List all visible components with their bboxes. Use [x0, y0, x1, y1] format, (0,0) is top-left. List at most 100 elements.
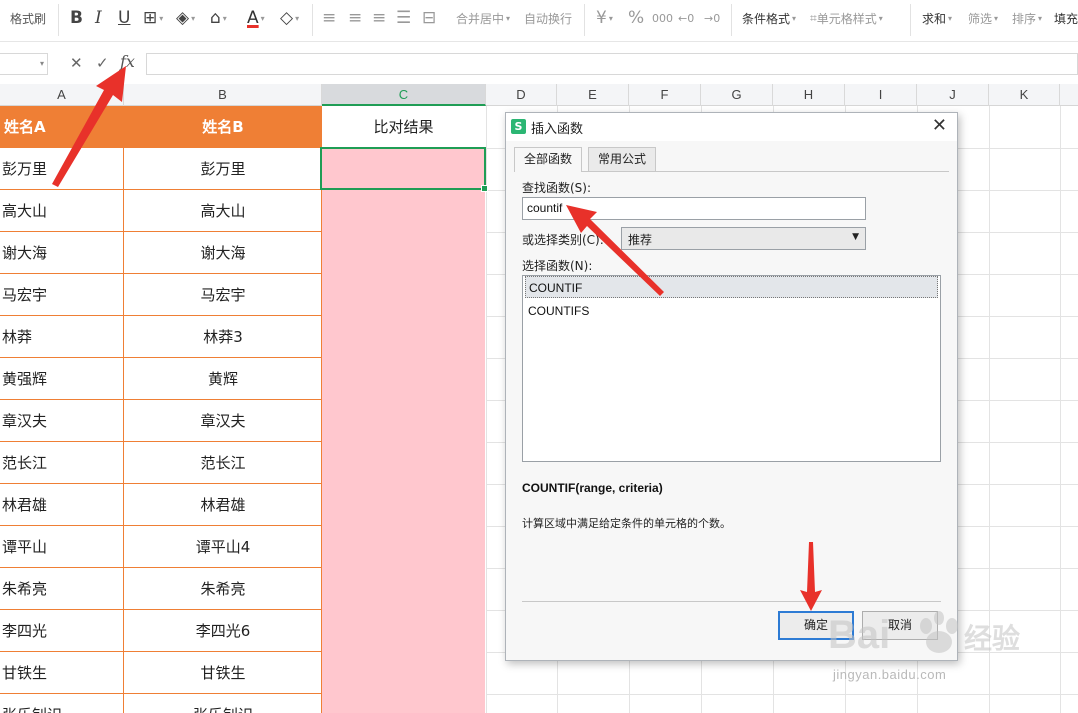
fill-button[interactable]: 填充 [1054, 3, 1078, 33]
function-item-countif[interactable]: COUNTIF [525, 276, 938, 298]
align-middle-button[interactable]: ≡ [348, 3, 362, 33]
decrease-decimal-button[interactable]: →0 [704, 3, 720, 33]
tab-common-formulas[interactable]: 常用公式 [588, 147, 657, 171]
highlight-button[interactable]: ⌂ ▾ [210, 3, 227, 33]
thousands-button[interactable]: 000 [652, 3, 673, 33]
cell-a[interactable]: 林莽 [0, 316, 124, 358]
cell-border [0, 651, 322, 652]
cell-b[interactable]: 甘铁生 [124, 652, 322, 694]
cell-b[interactable]: 范长江 [124, 442, 322, 484]
dialog-title: 插入函数 [531, 122, 584, 137]
search-function-input[interactable]: countif [522, 197, 866, 220]
function-item-countifs[interactable]: COUNTIFS [525, 300, 938, 322]
cell-b[interactable]: 谢大海 [124, 232, 322, 274]
clear-button[interactable]: ◇ ▾ [280, 3, 299, 33]
distribute-button[interactable]: ⊟ [422, 3, 436, 33]
column-header-b[interactable]: B [124, 84, 322, 106]
column-header-c[interactable]: C [322, 84, 486, 106]
header-cell-c[interactable]: 比对结果 [322, 106, 485, 148]
cell-a[interactable]: 谭平山 [0, 526, 124, 568]
borders-button[interactable]: ⊞ ▾ [143, 3, 163, 33]
bold-button[interactable]: B [70, 3, 83, 33]
cell-a[interactable]: 谢大海 [0, 232, 124, 274]
underline-icon: U [118, 8, 131, 28]
cell-b[interactable]: 李四光6 [124, 610, 322, 652]
cell-a[interactable]: 黄强辉 [0, 358, 124, 400]
conditional-format-button[interactable]: 条件格式 ▾ [742, 3, 796, 33]
cell-b[interactable]: 林莽3 [124, 316, 322, 358]
column-header-j[interactable]: J [917, 84, 989, 106]
column-header-h[interactable]: H [773, 84, 845, 106]
cell-b[interactable]: 高大山 [124, 190, 322, 232]
cell-b[interactable]: 马宏宇 [124, 274, 322, 316]
chevron-down-icon: ▾ [191, 13, 196, 23]
wrap-text-label: 自动换行 [524, 11, 573, 26]
header-cell-b[interactable]: 姓名B [124, 106, 322, 148]
sort-button[interactable]: 排序 ▾ [1012, 3, 1042, 33]
chevron-down-icon: ▾ [608, 13, 613, 23]
align-top-button[interactable]: ≡ [322, 3, 336, 33]
insert-function-icon[interactable]: fx [120, 52, 135, 71]
category-select[interactable]: 推荐 ▼ [621, 227, 866, 250]
chevron-down-icon: ▾ [506, 13, 511, 23]
cell-b[interactable]: 林君雄 [124, 484, 322, 526]
close-icon[interactable]: ✕ [932, 115, 947, 136]
chevron-down-icon: ▼ [852, 232, 859, 242]
insert-function-dialog: S 插入函数 ✕ 全部函数 常用公式 查找函数(S): countif 或选择类… [505, 112, 958, 661]
name-box[interactable]: ▾ [0, 53, 48, 75]
cell-b[interactable]: 黄辉 [124, 358, 322, 400]
column-header-i[interactable]: I [845, 84, 917, 106]
category-label: 或选择类别(C): [522, 233, 604, 247]
merge-center-button[interactable]: 合并居中 ▾ [456, 3, 510, 33]
compare-result-column-fill [322, 148, 485, 713]
cell-a[interactable]: 马宏宇 [0, 274, 124, 316]
cell-style-button[interactable]: ⌗ 单元格样式 ▾ [810, 3, 883, 33]
active-cell[interactable] [320, 147, 488, 192]
cell-b[interactable]: 张乐钊识 [124, 694, 322, 713]
format-painter-button[interactable]: 格式刷 [10, 3, 46, 33]
formula-input[interactable] [146, 53, 1078, 75]
cell-b[interactable]: 朱希亮 [124, 568, 322, 610]
chevron-down-icon: ▾ [222, 13, 227, 23]
dialog-titlebar[interactable]: S 插入函数 ✕ [506, 113, 957, 141]
cell-a[interactable]: 朱希亮 [0, 568, 124, 610]
confirm-formula-icon[interactable]: ✓ [96, 54, 109, 72]
justify-button[interactable]: ☰ [396, 3, 411, 33]
cell-border [0, 189, 322, 190]
header-cell-a[interactable]: 姓名A [0, 106, 124, 148]
distribute-icon: ⊟ [422, 8, 437, 28]
column-header-d[interactable]: D [486, 84, 557, 106]
filter-button[interactable]: 筛选 ▾ [968, 3, 998, 33]
cancel-formula-icon[interactable]: ✕ [70, 54, 83, 72]
cell-a[interactable]: 李四光 [0, 610, 124, 652]
font-color-button[interactable]: A ▾ [247, 3, 265, 33]
cell-a[interactable]: 林君雄 [0, 484, 124, 526]
cell-a[interactable]: 张乐钊识 [0, 694, 124, 713]
column-header-g[interactable]: G [701, 84, 773, 106]
column-header-e[interactable]: E [557, 84, 629, 106]
tab-all-functions[interactable]: 全部函数 [514, 147, 583, 172]
percent-button[interactable]: % [628, 3, 644, 33]
fill-color-button[interactable]: ◈ ▾ [176, 3, 195, 33]
currency-button[interactable]: ¥ ▾ [596, 3, 613, 33]
cell-border [123, 148, 124, 713]
underline-button[interactable]: U [118, 3, 130, 33]
cell-a[interactable]: 彭万里 [0, 148, 124, 190]
align-bottom-button[interactable]: ≡ [372, 3, 386, 33]
cell-a[interactable]: 甘铁生 [0, 652, 124, 694]
cell-b[interactable]: 章汉夫 [124, 400, 322, 442]
function-list[interactable]: COUNTIF COUNTIFS [522, 275, 941, 462]
column-header-k[interactable]: K [989, 84, 1060, 106]
watermark-brand: Bai [828, 613, 890, 657]
sum-button[interactable]: 求和 ▾ [922, 3, 952, 33]
increase-decimal-button[interactable]: ←0 [678, 3, 694, 33]
column-header-f[interactable]: F [629, 84, 701, 106]
cell-a[interactable]: 高大山 [0, 190, 124, 232]
italic-button[interactable]: I [95, 3, 102, 33]
column-header-a[interactable]: A [0, 84, 124, 106]
cell-b[interactable]: 彭万里 [124, 148, 322, 190]
cell-a[interactable]: 章汉夫 [0, 400, 124, 442]
cell-b[interactable]: 谭平山4 [124, 526, 322, 568]
cell-a[interactable]: 范长江 [0, 442, 124, 484]
wrap-text-button[interactable]: 自动换行 [524, 3, 572, 33]
